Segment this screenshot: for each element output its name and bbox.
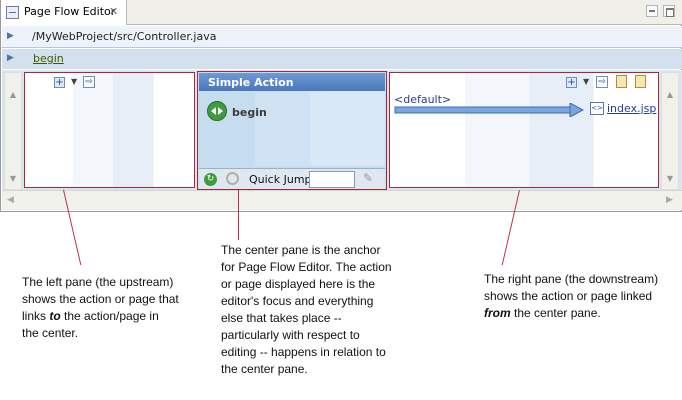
refresh-icon[interactable]: ↻ (204, 173, 217, 186)
center-pane-title: Simple Action (208, 76, 294, 89)
dropdown-arrow-icon[interactable]: ▼ (71, 77, 77, 86)
add-icon[interactable]: + (54, 77, 65, 88)
center-action-node[interactable]: begin (232, 106, 267, 119)
link-node-icon[interactable]: ⇨ (596, 76, 608, 88)
scroll-right-icon[interactable]: ▶ (666, 195, 673, 205)
quick-jump-label: Quick Jump (249, 173, 312, 186)
scroll-down-icon[interactable]: ▼ (7, 173, 19, 185)
downstream-pane: + ▼ ⇨ <default> <> index.jsp (389, 72, 659, 188)
page-flow-editor-icon (6, 6, 19, 19)
link-node-icon[interactable]: ⇨ (83, 76, 95, 88)
scroll-down-icon[interactable]: ▼ (664, 173, 676, 185)
editor-tab[interactable]: Page Flow Editor ✕ (1, 0, 127, 25)
add-icon[interactable]: + (566, 77, 577, 88)
center-pane-header: Simple Action (199, 73, 385, 91)
controller-path-bar: ▶ /MyWebProject/src/Controller.java (2, 26, 682, 48)
quick-jump-input[interactable] (309, 171, 355, 188)
editor-tab-bar: Page Flow Editor ✕ (1, 0, 682, 25)
scroll-up-icon[interactable]: ▲ (664, 89, 676, 101)
center-pane-body: begin (199, 91, 385, 166)
horizontal-scrollbar[interactable]: ◀ ▶ (2, 190, 682, 210)
upstream-pane: + ▼ ⇨ (24, 72, 195, 188)
downstream-page-link[interactable]: index.jsp (607, 102, 656, 115)
pin-icon[interactable]: ✎ (363, 171, 373, 185)
center-callout-line (238, 190, 239, 240)
scroll-up-icon[interactable]: ▲ (7, 89, 19, 101)
scroll-left-icon[interactable]: ◀ (7, 195, 14, 205)
expand-arrow-icon[interactable]: ▶ (7, 53, 14, 63)
page-flow-editor: Page Flow Editor ✕ ▶ /MyWebProject/src/C… (0, 0, 682, 212)
expand-arrow-icon[interactable]: ▶ (7, 31, 14, 41)
new-page-icon[interactable] (616, 75, 627, 88)
new-page-flow-icon[interactable] (635, 75, 646, 88)
flow-breadcrumb-bar: ▶ begin (2, 49, 682, 69)
center-pane-footer: ↻ Quick Jump ✎ (199, 168, 385, 189)
right-vertical-scrollbar[interactable]: ▲ ▼ (661, 72, 679, 190)
breadcrumb-link-begin[interactable]: begin (33, 52, 64, 65)
left-vertical-scrollbar[interactable]: ▲ ▼ (4, 72, 22, 190)
action-icon (207, 101, 227, 121)
minimize-icon[interactable] (646, 5, 658, 17)
right-pane-annotation: The right pane (the downstream) shows th… (484, 272, 659, 320)
center-pane: Simple Action begin ↻ Quick Jump ✎ (197, 71, 387, 190)
left-pane-annotation: The left pane (the upstream) shows the a… (22, 275, 179, 340)
controller-path: /MyWebProject/src/Controller.java (32, 30, 217, 43)
forward-arrow (394, 103, 584, 117)
jsp-file-icon: <> (590, 102, 604, 115)
maximize-icon[interactable] (663, 5, 675, 17)
search-icon[interactable] (226, 172, 239, 185)
dropdown-arrow-icon[interactable]: ▼ (583, 77, 589, 86)
close-icon[interactable]: ✕ (109, 5, 118, 18)
center-pane-annotation: The center pane is the anchor for Page F… (221, 243, 392, 376)
tab-title: Page Flow Editor (24, 5, 116, 18)
